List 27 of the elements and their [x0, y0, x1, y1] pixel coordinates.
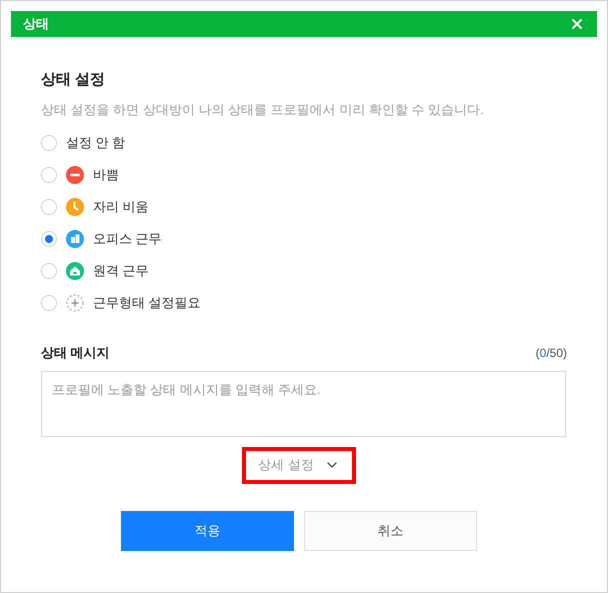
option-label: 오피스 근무 — [93, 230, 162, 248]
message-field[interactable]: 프로필에 노출할 상태 메시지를 입력해 주세요. — [41, 370, 566, 436]
house-icon — [66, 262, 84, 280]
cancel-button[interactable]: 취소 — [304, 510, 477, 550]
window-title: 상태 — [23, 15, 49, 34]
apply-button[interactable]: 적용 — [121, 510, 294, 550]
clock-icon — [66, 198, 84, 216]
details-button[interactable]: 상세 설정 — [242, 446, 356, 484]
option-label: 근무형태 설정필요 — [93, 294, 201, 312]
radio-button[interactable] — [41, 263, 57, 279]
option-label: 원격 근무 — [93, 262, 149, 280]
radio-button[interactable] — [41, 135, 57, 151]
radio-button[interactable] — [41, 167, 57, 183]
plus-circle-icon — [66, 294, 84, 312]
description-text: 상태 설정을 하면 상대방이 나의 상태를 프로필에서 미리 확인할 수 있습니다. — [41, 100, 485, 118]
close-button[interactable] — [569, 16, 585, 32]
character-counter: (0/50) — [536, 344, 567, 362]
option-label: 자리 비움 — [93, 198, 149, 216]
option-label: 설정 안 함 — [66, 134, 126, 152]
section-heading: 상태 설정 — [41, 70, 106, 90]
section-heading: 상태 메시지 — [41, 344, 110, 362]
building-icon — [66, 230, 84, 248]
minus-circle-icon — [66, 166, 84, 184]
radio-button[interactable] — [41, 231, 57, 247]
radio-button[interactable] — [41, 199, 57, 215]
option-label: 바쁨 — [93, 166, 119, 184]
radio-button[interactable] — [41, 295, 57, 311]
